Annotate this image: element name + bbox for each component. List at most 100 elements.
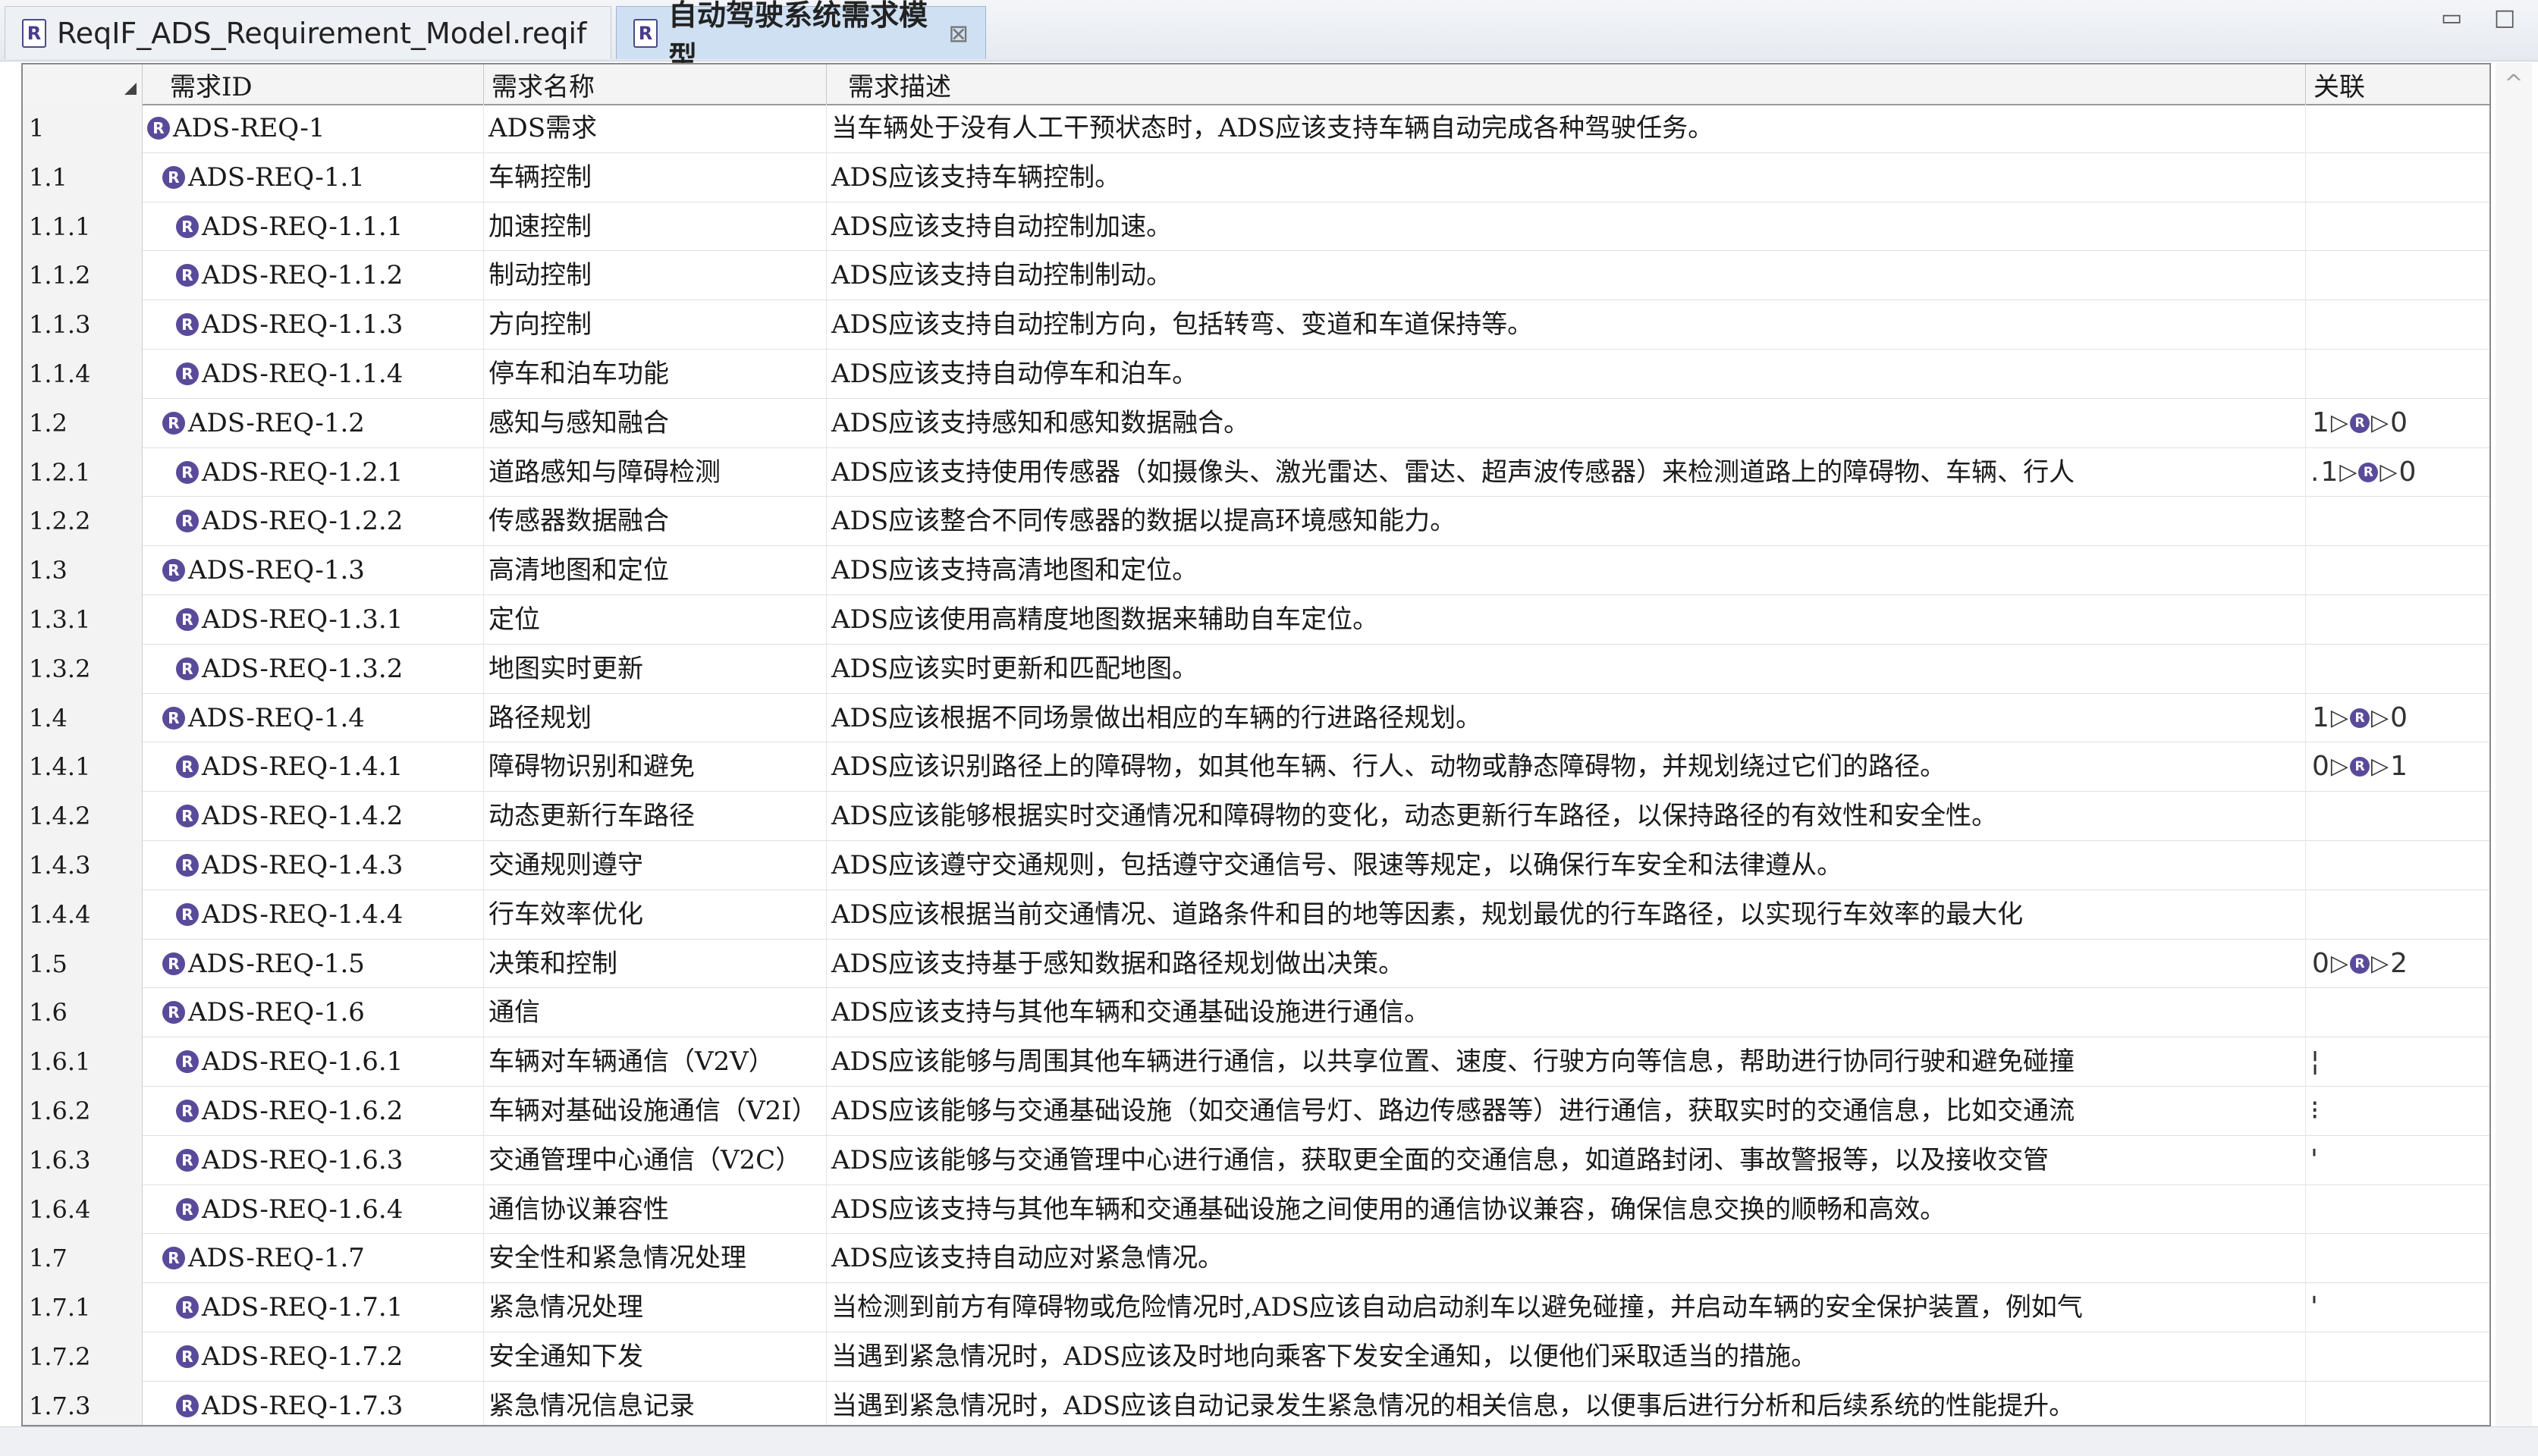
req-desc-cell[interactable]: ADS应该使用高精度地图数据来辅助自车定位。 — [827, 595, 2306, 645]
req-link-cell[interactable]: ⁝ — [2306, 1087, 2489, 1136]
table-row[interactable]: 1.6.3 R ADS-REQ-1.6.3 交通管理中心通信（V2C） ADS应该能够与… — [23, 1135, 2489, 1185]
tab-reqif-file[interactable]: R ReqIF_ADS_Requirement_Model.reqif — [5, 6, 611, 59]
req-name-cell[interactable]: 车辆对基础设施通信（V2I） — [484, 1086, 827, 1136]
req-link-cell[interactable] — [2306, 1185, 2489, 1235]
req-desc-cell[interactable]: 当遇到紧急情况时，ADS应该自动记录发生紧急情况的相关信息，以便事后进行分析和后… — [827, 1381, 2306, 1425]
req-desc-cell[interactable]: ADS应该能够与交通基础设施（如交通信号灯、路边传感器等）进行通信，获取实时的交… — [827, 1086, 2306, 1136]
req-id-cell[interactable]: R ADS-REQ-1.3.1 — [143, 595, 484, 645]
req-id-cell[interactable]: R ADS-REQ-1.4 — [143, 693, 484, 743]
table-row[interactable]: 1.2.1 R ADS-REQ-1.2.1 道路感知与障碍检测 ADS应该支持使用传感器… — [23, 447, 2489, 497]
req-name-cell[interactable]: 地图实时更新 — [484, 644, 827, 694]
table-row[interactable]: 1.6.2 R ADS-REQ-1.6.2 车辆对基础设施通信（V2I） ADS应该能够… — [23, 1086, 2489, 1136]
req-desc-cell[interactable]: ADS应该识别路径上的障碍物，如其他车辆、行人、动物或静态障碍物，并规划绕过它们… — [827, 742, 2306, 792]
req-id-cell[interactable]: R ADS-REQ-1.6.2 — [143, 1086, 484, 1136]
table-row[interactable]: 1.1.4 R ADS-REQ-1.1.4 停车和泊车功能 ADS应该支持自动停车和泊车… — [23, 349, 2489, 399]
req-desc-cell[interactable]: ADS应该支持感知和感知数据融合。 — [827, 398, 2306, 448]
req-id-cell[interactable]: R ADS-REQ-1.3 — [143, 546, 484, 595]
req-desc-cell[interactable]: ADS应该能够根据实时交通情况和障碍物的变化，动态更新行车路径，以保持路径的有效… — [827, 792, 2306, 841]
req-desc-cell[interactable]: ADS应该整合不同传感器的数据以提高环境感知能力。 — [827, 497, 2306, 547]
minimize-button[interactable]: ▭ — [2436, 5, 2467, 31]
req-id-cell[interactable]: R ADS-REQ-1.7 — [143, 1234, 484, 1284]
req-name-cell[interactable]: 方向控制 — [484, 300, 827, 350]
req-link-cell[interactable] — [2306, 546, 2489, 595]
req-id-cell[interactable]: R ADS-REQ-1.2 — [143, 398, 484, 448]
req-name-cell[interactable]: 制动控制 — [484, 251, 827, 301]
req-link-cell[interactable] — [2306, 1382, 2489, 1425]
req-desc-cell[interactable]: ADS应该实时更新和匹配地图。 — [827, 644, 2306, 694]
header-req-id[interactable]: 需求ID — [143, 64, 484, 104]
req-link-cell[interactable] — [2306, 792, 2489, 841]
req-desc-cell[interactable]: ADS应该支持自动停车和泊车。 — [827, 349, 2306, 399]
req-link-cell[interactable]: ' — [2306, 1283, 2489, 1332]
scroll-up-icon[interactable]: ^ — [2500, 71, 2527, 98]
req-link-cell[interactable] — [2306, 251, 2489, 300]
table-row[interactable]: 1 R ADS-REQ-1 ADS需求 当车辆处于没有人工干预状态时，ADS应该支持车辆… — [23, 104, 2489, 153]
req-link-cell[interactable] — [2306, 202, 2489, 252]
req-link-cell[interactable]: 1 ▷ R ▷ 0 — [2306, 694, 2489, 743]
req-link-cell[interactable] — [2306, 595, 2489, 645]
req-link-cell[interactable] — [2306, 497, 2489, 546]
table-row[interactable]: 1.4.3 R ADS-REQ-1.4.3 交通规则遵守 ADS应该遵守交通规则，包括遵… — [23, 840, 2489, 890]
req-id-cell[interactable]: R ADS-REQ-1.1 — [143, 152, 484, 202]
req-id-cell[interactable]: R ADS-REQ-1.7.1 — [143, 1283, 484, 1332]
req-link-cell[interactable]: ¦ — [2306, 1037, 2489, 1087]
table-row[interactable]: 1.7.3 R ADS-REQ-1.7.3 紧急情况信息记录 当遇到紧急情况时，ADS应… — [23, 1381, 2489, 1425]
table-row[interactable]: 1.6.4 R ADS-REQ-1.6.4 通信协议兼容性 ADS应该支持与其他车辆和交… — [23, 1185, 2489, 1235]
req-name-cell[interactable]: 安全通知下发 — [484, 1332, 827, 1382]
req-name-cell[interactable]: 交通规则遵守 — [484, 840, 827, 890]
req-link-cell[interactable]: 0 ▷ R ▷ 2 — [2306, 940, 2489, 989]
table-row[interactable]: 1.3 R ADS-REQ-1.3 高清地图和定位 ADS应该支持高清地图和定位。 — [23, 546, 2489, 595]
table-row[interactable]: 1.1 R ADS-REQ-1.1 车辆控制 ADS应该支持车辆控制。 — [23, 152, 2489, 202]
req-name-cell[interactable]: ADS需求 — [484, 104, 827, 153]
req-id-cell[interactable]: R ADS-REQ-1.2.1 — [143, 447, 484, 497]
req-name-cell[interactable]: 路径规划 — [484, 693, 827, 743]
req-desc-cell[interactable]: ADS应该能够与周围其他车辆进行通信，以共享位置、速度、行驶方向等信息，帮助进行… — [827, 1037, 2306, 1087]
req-link-cell[interactable] — [2306, 645, 2489, 694]
req-id-cell[interactable]: R ADS-REQ-1.5 — [143, 939, 484, 989]
req-id-cell[interactable]: R ADS-REQ-1.4.4 — [143, 890, 484, 940]
req-name-cell[interactable]: 通信协议兼容性 — [484, 1185, 827, 1235]
table-row[interactable]: 1.6.1 R ADS-REQ-1.6.1 车辆对车辆通信（V2V） ADS应该能够与周… — [23, 1037, 2489, 1087]
req-link-cell[interactable]: . 1 ▷ R ▷ 0 — [2306, 448, 2489, 497]
req-desc-cell[interactable]: ADS应该支持车辆控制。 — [827, 152, 2306, 202]
header-req-name[interactable]: 需求名称 — [484, 64, 827, 104]
req-link-cell[interactable] — [2306, 988, 2489, 1037]
req-name-cell[interactable]: 行车效率优化 — [484, 890, 827, 940]
table-row[interactable]: 1.2 R ADS-REQ-1.2 感知与感知融合 ADS应该支持感知和感知数据融合。 1… — [23, 398, 2489, 448]
req-desc-cell[interactable]: ADS应该根据不同场景做出相应的车辆的行进路径规划。 — [827, 693, 2306, 743]
table-row[interactable]: 1.6 R ADS-REQ-1.6 通信 ADS应该支持与其他车辆和交通基础设施进行通信… — [23, 988, 2489, 1038]
req-desc-cell[interactable]: 当遇到紧急情况时，ADS应该及时地向乘客下发安全通知，以便他们采取适当的措施。 — [827, 1332, 2306, 1382]
table-row[interactable]: 1.7 R ADS-REQ-1.7 安全性和紧急情况处理 ADS应该支持自动应对紧急情况… — [23, 1234, 2489, 1284]
table-row[interactable]: 1.1.3 R ADS-REQ-1.1.3 方向控制 ADS应该支持自动控制方向，包括转… — [23, 300, 2489, 350]
req-link-cell[interactable] — [2306, 1234, 2489, 1283]
req-id-cell[interactable]: R ADS-REQ-1.6.4 — [143, 1185, 484, 1235]
vertical-scrollbar[interactable]: ^ — [2496, 63, 2532, 1426]
req-name-cell[interactable]: 感知与感知融合 — [484, 398, 827, 448]
req-desc-cell[interactable]: ADS应该支持自动控制制动。 — [827, 251, 2306, 301]
req-link-cell[interactable] — [2306, 300, 2489, 350]
req-link-cell[interactable]: ' — [2306, 1136, 2489, 1185]
req-name-cell[interactable]: 车辆对车辆通信（V2V） — [484, 1037, 827, 1087]
req-desc-cell[interactable]: ADS应该支持自动应对紧急情况。 — [827, 1234, 2306, 1284]
req-id-cell[interactable]: R ADS-REQ-1 — [143, 104, 484, 153]
req-link-cell[interactable] — [2306, 350, 2489, 399]
req-desc-cell[interactable]: ADS应该支持自动控制加速。 — [827, 202, 2306, 252]
close-icon[interactable]: ⊠ — [948, 19, 969, 48]
req-id-cell[interactable]: R ADS-REQ-1.1.1 — [143, 202, 484, 252]
req-name-cell[interactable]: 紧急情况处理 — [484, 1283, 827, 1332]
req-desc-cell[interactable]: ADS应该支持基于感知数据和路径规划做出决策。 — [827, 939, 2306, 989]
req-name-cell[interactable]: 紧急情况信息记录 — [484, 1381, 827, 1425]
req-desc-cell[interactable]: ADS应该根据当前交通情况、道路条件和目的地等因素，规划最优的行车路径，以实现行… — [827, 890, 2306, 940]
req-name-cell[interactable]: 定位 — [484, 595, 827, 645]
req-desc-cell[interactable]: ADS应该支持使用传感器（如摄像头、激光雷达、雷达、超声波传感器）来检测道路上的… — [827, 447, 2306, 497]
req-id-cell[interactable]: R ADS-REQ-1.1.4 — [143, 349, 484, 399]
req-desc-cell[interactable]: ADS应该遵守交通规则，包括遵守交通信号、限速等规定，以确保行车安全和法律遵从。 — [827, 840, 2306, 890]
req-name-cell[interactable]: 停车和泊车功能 — [484, 349, 827, 399]
req-link-cell[interactable]: 0 ▷ R ▷ 1 — [2306, 742, 2489, 792]
req-desc-cell[interactable]: ADS应该支持高清地图和定位。 — [827, 546, 2306, 595]
req-id-cell[interactable]: R ADS-REQ-1.1.3 — [143, 300, 484, 350]
req-desc-cell[interactable]: ADS应该支持自动控制方向，包括转弯、变道和车道保持等。 — [827, 300, 2306, 350]
req-name-cell[interactable]: 加速控制 — [484, 202, 827, 252]
req-link-cell[interactable] — [2306, 841, 2489, 890]
req-name-cell[interactable]: 动态更新行车路径 — [484, 792, 827, 841]
